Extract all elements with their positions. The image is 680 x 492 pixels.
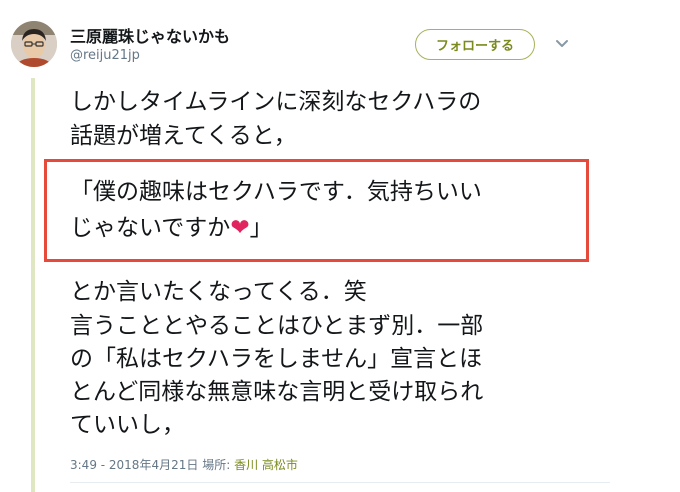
thread-line (31, 78, 35, 492)
avatar-image (11, 21, 57, 67)
tweet-text-intro: しかしタイムラインに深刻なセクハラの 話題が増えてくると， (70, 85, 481, 153)
tweet-line: 言うこととやることはひとまず別．一部 (70, 313, 484, 339)
follow-button[interactable]: フォローする (415, 29, 535, 60)
quote-line: 「僕の趣味はセクハラです．気持ちいい (70, 179, 482, 205)
divider (70, 482, 610, 483)
quote-close: 」 (249, 215, 273, 241)
tweet-line: とんど同様な無意味な言明と受け取られ (70, 379, 484, 405)
quoted-text: 「僕の趣味はセクハラです．気持ちいい じゃないですか❤」 (70, 174, 482, 246)
quote-line: じゃないですか (70, 215, 231, 241)
tweet-line: とか言いたくなってくる．笑 (70, 279, 367, 305)
heart-emoji: ❤ (230, 215, 250, 241)
chevron-down-icon[interactable] (554, 36, 570, 50)
tweet-line: しかしタイムラインに深刻なセクハラの (70, 89, 482, 115)
location-label: 場所: (202, 458, 231, 472)
timestamp[interactable]: 3:49 - 2018年4月21日 (70, 458, 198, 472)
display-name[interactable]: 三原麗珠じゃないかも (70, 23, 230, 47)
tweet-line: の「私はセクハラをしません」宣言とほ (70, 346, 483, 372)
tweet-line: ていいし， (70, 412, 185, 438)
tweet-line: 話題が増えてくると， (70, 123, 297, 149)
user-handle[interactable]: @reiju21jp (70, 48, 140, 63)
tweet-metadata: 3:49 - 2018年4月21日 場所: 香川 高松市 (70, 456, 298, 473)
location-link[interactable]: 香川 高松市 (234, 458, 298, 472)
avatar[interactable] (11, 21, 57, 67)
